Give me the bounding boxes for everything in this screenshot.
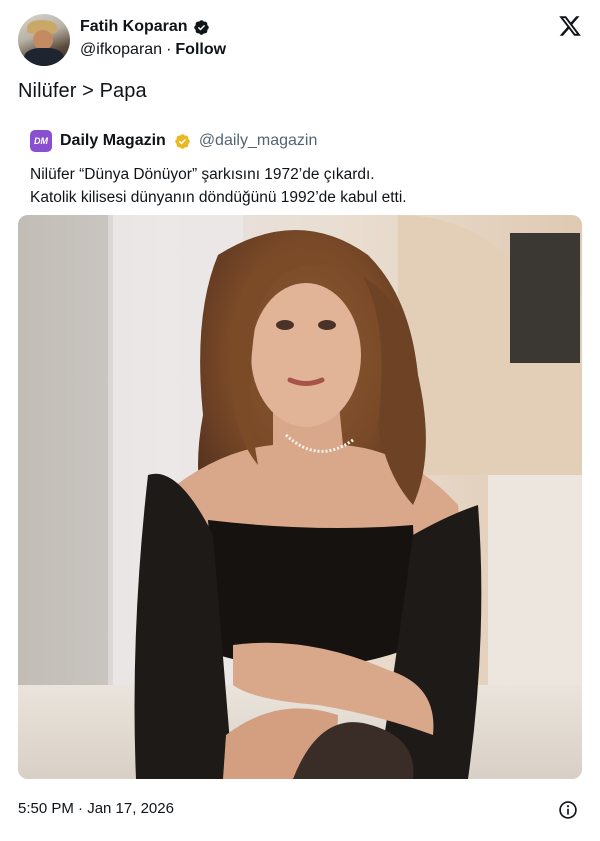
- tweet-media-photo[interactable]: [18, 215, 582, 779]
- quoted-author-handle[interactable]: @daily_magazin: [199, 132, 318, 150]
- quoted-tweet[interactable]: DM Daily Magazin @daily_magazin Nilüfer …: [18, 119, 582, 209]
- separator-dot: ·: [166, 41, 172, 58]
- author-name-row: Fatih Koparan: [80, 18, 210, 36]
- author-handle[interactable]: @ifkoparan: [80, 41, 162, 58]
- quoted-tweet-header: DM Daily Magazin @daily_magazin: [18, 119, 582, 163]
- portrait-photo-illustration: [18, 215, 582, 779]
- quoted-author-name[interactable]: Daily Magazin: [60, 132, 166, 150]
- quoted-author-avatar[interactable]: DM: [30, 130, 52, 152]
- quoted-text-line-2: Katolik kilisesi dünyanın döndüğünü 1992…: [30, 189, 407, 206]
- gold-verified-badge-icon: [175, 133, 190, 149]
- quoted-tweet-text: Nilüfer “Dünya Dönüyor” şarkısını 1972’d…: [18, 163, 582, 209]
- author-avatar[interactable]: [18, 14, 70, 66]
- tweet-header: Fatih Koparan @ifkoparan · Follow: [18, 14, 584, 66]
- info-icon[interactable]: [558, 800, 578, 820]
- author-handle-row: @ifkoparan · Follow: [80, 41, 226, 59]
- quoted-text-line-1: Nilüfer “Dünya Dönüyor” şarkısını 1972’d…: [30, 166, 375, 183]
- author-display-name[interactable]: Fatih Koparan: [80, 18, 188, 36]
- verified-badge-icon: [193, 19, 209, 35]
- x-logo-icon[interactable]: [558, 14, 582, 38]
- tweet-timestamp[interactable]: 5:50 PM · Jan 17, 2026: [18, 800, 174, 817]
- follow-button[interactable]: Follow: [175, 41, 226, 58]
- tweet-text: Nilüfer > Papa: [18, 80, 147, 102]
